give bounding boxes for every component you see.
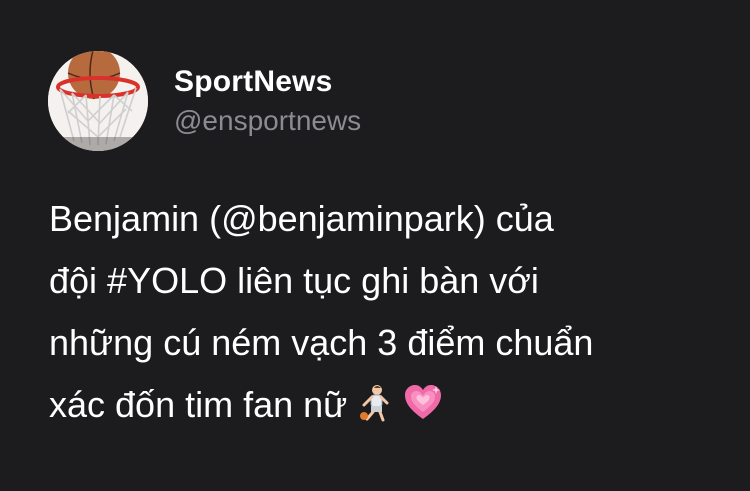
account-names: SportNews @ensportnews <box>174 64 361 138</box>
user-handle[interactable]: @ensportnews <box>174 104 361 138</box>
tweet-text-line: xác đốn tim fan nữ <box>49 384 348 425</box>
tweet-text-line-last: xác đốn tim fan nữ <box>49 374 729 436</box>
tweet-text-line: Benjamin (@benjaminpark) của <box>49 198 554 239</box>
sparkling-heart-icon <box>403 383 443 423</box>
avatar[interactable] <box>48 51 148 151</box>
tweet-card: SportNews @ensportnews Benjamin (@benjam… <box>0 0 750 491</box>
basketball-player-icon <box>355 383 395 423</box>
tweet-header: SportNews @ensportnews <box>48 50 361 152</box>
basketball-hoop-icon <box>48 51 148 151</box>
display-name[interactable]: SportNews <box>174 64 361 100</box>
tweet-text: Benjamin (@benjaminpark) của đội #YOLO l… <box>49 188 729 436</box>
tweet-text-line: những cú ném vạch 3 điểm chuẩn <box>49 322 594 363</box>
tweet-text-line: đội #YOLO liên tục ghi bàn với <box>49 260 539 301</box>
